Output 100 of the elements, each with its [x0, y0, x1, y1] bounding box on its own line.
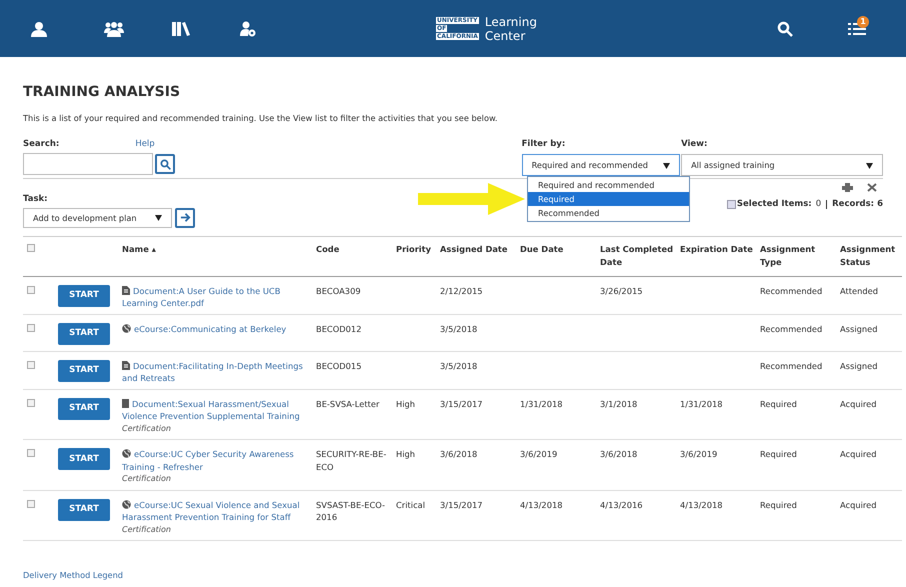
- page-description: This is a list of your required and recommended training. Use the View list to filter the activities that you see below.: [23, 112, 499, 124]
- start-button[interactable]: START: [58, 448, 110, 470]
- table-cell: 4/13/2016: [600, 500, 643, 510]
- book-icon: [122, 398, 129, 408]
- table-cell: 2/12/2015: [440, 286, 483, 296]
- table-cell: 3/26/2015: [600, 286, 643, 296]
- column-header[interactable]: Code: [316, 236, 396, 276]
- table-cell: Recommended: [760, 360, 822, 371]
- filter-option[interactable]: Required and recommended: [528, 178, 689, 192]
- table-cell: Acquired: [840, 449, 877, 460]
- search-icon[interactable]: [777, 20, 793, 36]
- row-checkbox[interactable]: [27, 398, 35, 407]
- legend-link[interactable]: Delivery Method Legend: [23, 569, 883, 582]
- table-cell: BECOA309: [316, 286, 361, 296]
- table-cell: 3/5/2018: [440, 324, 478, 334]
- training-link[interactable]: eCourse:Communicating at Berkeley: [122, 322, 314, 336]
- filter-label: Filter by:: [522, 138, 566, 152]
- column-header[interactable]: Expiration Date: [680, 236, 760, 276]
- column-header[interactable]: Assignment Type: [760, 236, 840, 276]
- page-title: TRAINING ANALYSIS: [23, 83, 182, 102]
- table-cell: 3/15/2017: [440, 398, 483, 409]
- table-cell: High: [396, 449, 416, 460]
- table-cell: 3/6/2019: [680, 449, 718, 460]
- selected-items-count: 0: [816, 198, 822, 211]
- table-cell: 3/6/2018: [600, 449, 638, 460]
- start-button[interactable]: START: [58, 360, 110, 382]
- column-header[interactable]: Assigned Date: [440, 236, 520, 276]
- row-checkbox[interactable]: [27, 360, 35, 369]
- books-icon[interactable]: [172, 22, 190, 36]
- row-checkbox[interactable]: [27, 286, 35, 294]
- caret-icon: [866, 162, 873, 169]
- training-category: Certification: [122, 473, 172, 486]
- task-dropdown[interactable]: Add to development plan: [23, 208, 172, 228]
- search-button[interactable]: [155, 154, 175, 174]
- table-cell: 3/15/2017: [440, 500, 483, 510]
- table-cell: Required: [760, 398, 797, 409]
- training-category: Certification: [122, 422, 172, 435]
- globe-icon: [122, 324, 131, 333]
- task-label: Task:: [23, 193, 49, 206]
- table-cell: 3/6/2018: [440, 449, 478, 460]
- arrow-right-icon: [180, 212, 190, 224]
- table-cell: 1/31/2018: [520, 398, 563, 409]
- table-cell: Assigned: [840, 360, 878, 371]
- start-button[interactable]: START: [58, 322, 110, 345]
- table-cell: BE-SVSA-Letter: [316, 398, 380, 409]
- caret-icon: [155, 214, 162, 222]
- training-link[interactable]: Document:A User Guide to the UCB Learning Center.pdf: [122, 284, 314, 310]
- row-checkbox[interactable]: [27, 500, 35, 508]
- globe-icon: [122, 449, 131, 458]
- column-header[interactable]: Assignment Status: [840, 236, 902, 276]
- table-cell: Critical: [396, 500, 426, 510]
- table-cell: Required: [760, 449, 797, 460]
- table-cell: Recommended: [760, 324, 822, 334]
- document-icon: [122, 286, 130, 295]
- start-button[interactable]: START: [58, 498, 110, 521]
- search-icon: [160, 158, 170, 170]
- table-cell: SECURITY-RE-BE-ECO: [316, 449, 386, 472]
- close-icon[interactable]: [867, 183, 877, 192]
- help-link[interactable]: Help: [135, 138, 155, 152]
- filter-dropdown[interactable]: Required and recommended: [522, 154, 680, 176]
- table-cell: 3/6/2019: [520, 449, 558, 460]
- group-icon[interactable]: [104, 20, 124, 36]
- start-button[interactable]: START: [58, 284, 110, 307]
- table-cell: High: [396, 398, 416, 409]
- search-field[interactable]: [23, 153, 153, 176]
- user-icon[interactable]: [30, 20, 48, 36]
- filter-option[interactable]: Required: [528, 192, 689, 206]
- table-cell: Acquired: [840, 500, 877, 510]
- training-link[interactable]: eCourse:UC Cyber Security Awareness Training - Refresher: [122, 448, 314, 474]
- print-icon[interactable]: [842, 183, 853, 192]
- records-label: Records:: [832, 198, 874, 211]
- table-cell: BECOD012: [316, 324, 362, 334]
- table-cell: Recommended: [760, 286, 822, 296]
- training-link[interactable]: eCourse:UC Sexual Violence and Sexual Harassment Prevention Training for Staff: [122, 498, 314, 524]
- document-icon: [122, 360, 130, 370]
- table-cell: Acquired: [840, 398, 877, 409]
- selected-items-label: Selected Items:: [736, 198, 812, 211]
- view-dropdown[interactable]: All assigned training: [681, 154, 883, 176]
- column-header[interactable]: Priority: [396, 236, 440, 276]
- select-all-checkbox[interactable]: [27, 244, 35, 252]
- table-cell: Attended: [840, 286, 878, 296]
- user-settings-icon[interactable]: [240, 20, 256, 36]
- training-category: Certification: [122, 524, 172, 536]
- column-header[interactable]: Due Date: [520, 236, 600, 276]
- column-header[interactable]: Name ▴: [122, 236, 316, 276]
- training-link[interactable]: Document:Sexual Harassment/Sexual Violence Prevention Supplemental Training: [122, 398, 314, 423]
- filter-option[interactable]: Recommended: [528, 206, 689, 220]
- caret-icon: [663, 162, 670, 169]
- table-cell: Required: [760, 500, 797, 510]
- table-cell: BECOD015: [316, 360, 362, 371]
- row-checkbox[interactable]: [27, 324, 35, 332]
- column-header[interactable]: Last Completed Date: [600, 236, 680, 276]
- search-label: Search:: [23, 138, 60, 152]
- row-checkbox[interactable]: [27, 449, 35, 458]
- table-cell: Assigned: [840, 324, 878, 334]
- table-cell: SVSAST-BE-ECO-2016: [316, 500, 386, 522]
- training-link[interactable]: Document:Facilitating In-Depth Meetings and Retreats: [122, 360, 314, 385]
- selection-icon: [726, 200, 736, 209]
- go-button[interactable]: [175, 208, 195, 228]
- start-button[interactable]: START: [58, 398, 110, 420]
